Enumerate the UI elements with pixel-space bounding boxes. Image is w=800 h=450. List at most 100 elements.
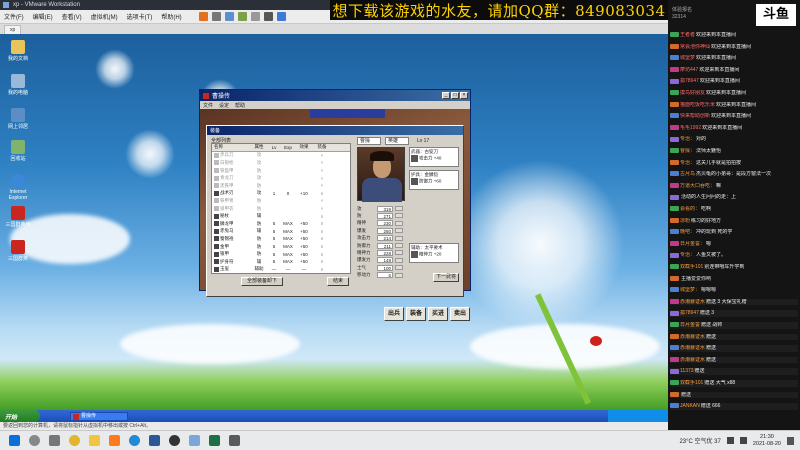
- start-button[interactable]: 开始: [0, 410, 40, 422]
- chat-username[interactable]: 快来帮助创新: [680, 113, 710, 119]
- volume-icon[interactable]: [726, 437, 734, 444]
- chat-username[interactable]: 双截手101: [680, 264, 703, 270]
- equipment-row[interactable]: 黑铁甲 防 ×: [212, 182, 350, 190]
- file-explorer-icon[interactable]: [89, 435, 100, 446]
- pause-icon[interactable]: [198, 12, 208, 21]
- chat-username[interactable]: 双截手101: [680, 380, 703, 386]
- menu-edit[interactable]: 编辑(E): [33, 12, 53, 21]
- notification-icon[interactable]: [787, 436, 794, 445]
- chat-username[interactable]: 晚吧：: [680, 229, 695, 235]
- desktop-icon-network[interactable]: 网上邻居: [5, 108, 31, 130]
- col-equipped[interactable]: 装备: [312, 144, 332, 150]
- chat-username[interactable]: 万道大口吞吃：: [680, 183, 715, 189]
- equip-button[interactable]: 装备: [406, 307, 426, 321]
- game-menu-settings[interactable]: 设定: [219, 102, 229, 109]
- send-keys-icon[interactable]: [211, 12, 221, 21]
- chat-username[interactable]: 会看的：: [680, 206, 700, 212]
- equipment-row[interactable]: 锁甲衣 防 ×: [212, 205, 350, 213]
- character-select[interactable]: 曹操: [357, 137, 381, 145]
- network-tray-icon[interactable]: [739, 437, 747, 444]
- taskbar-game-item[interactable]: 曹操传: [70, 411, 128, 421]
- armor-slot[interactable]: 护具：金鳞铠 防御力 +60: [409, 170, 459, 190]
- chat-username[interactable]: 凉粉: [680, 218, 690, 224]
- equipment-row[interactable]: 步兵刀 攻 ×: [212, 152, 350, 160]
- chat-username[interactable]: 城堡梦：: [680, 287, 700, 293]
- revert-icon[interactable]: [237, 12, 247, 21]
- chat-username[interactable]: 毛毛1992: [680, 125, 701, 131]
- class-select[interactable]: 英雄: [385, 137, 409, 145]
- equipment-row[interactable]: 赤兔马 辅 5 MAX +50 ○: [212, 228, 350, 236]
- chat-username[interactable]: 孤78947: [680, 78, 699, 84]
- chat-username[interactable]: 11373: [680, 368, 694, 374]
- sell-button[interactable]: 卖出: [450, 307, 470, 321]
- equipment-row[interactable]: 青龙刀 攻 ×: [212, 174, 350, 182]
- list-end-button[interactable]: 结束: [327, 277, 349, 286]
- chat-username[interactable]: 日月金誓: [680, 322, 700, 328]
- vmware-icon[interactable]: [189, 435, 200, 446]
- game-menu-help[interactable]: 帮助: [235, 102, 245, 109]
- chat-username[interactable]: 常会池你神仙: [680, 44, 710, 50]
- chat-username[interactable]: 专治：: [680, 160, 695, 166]
- game-menu-file[interactable]: 文件: [203, 102, 213, 109]
- menu-help[interactable]: 帮助(H): [161, 12, 181, 21]
- chrome-icon[interactable]: [69, 435, 80, 446]
- col-exp[interactable]: Exp: [280, 145, 296, 150]
- app-icon[interactable]: [229, 435, 240, 446]
- equipment-row[interactable]: 玉玺 辅助 — — — ○: [212, 266, 350, 274]
- chat-username[interactable]: 赤潮暴证水: [680, 334, 705, 340]
- menu-file[interactable]: 文件(F): [4, 12, 24, 21]
- chat-username[interactable]: 摩坊447: [680, 67, 698, 73]
- obs-icon[interactable]: [169, 435, 180, 446]
- maximize-button[interactable]: □: [451, 92, 459, 99]
- chat-username[interactable]: 古月鸟: [680, 171, 695, 177]
- equipment-row[interactable]: 鳞龙甲 防 5 MAX +50 ○: [212, 220, 350, 228]
- equipment-row[interactable]: 护身符 辅 5 MAX +50 ○: [212, 258, 350, 266]
- search-icon[interactable]: [29, 435, 40, 446]
- equipment-row[interactable]: 战术刃 攻 1 0 +10 ○: [212, 190, 350, 198]
- equipment-row[interactable]: 蜀锦袍 防 5 MAX +50 ○: [212, 235, 350, 243]
- vm-tab-xp[interactable]: xp: [4, 24, 22, 34]
- word-icon[interactable]: [149, 435, 160, 446]
- chat-username[interactable]: 曹操：: [680, 148, 695, 154]
- chat-username[interactable]: 日月金誓：: [680, 241, 705, 247]
- windows-start-icon[interactable]: [9, 435, 20, 446]
- col-effect[interactable]: 效果: [296, 144, 312, 150]
- close-button[interactable]: ×: [460, 92, 468, 99]
- chat-username[interactable]: JANKAN: [680, 403, 700, 409]
- col-lv[interactable]: Lv: [268, 145, 280, 150]
- weapon-slot[interactable]: 武器：古锭刀 攻击力 +40: [409, 147, 459, 167]
- desktop-icon-recycle-bin[interactable]: 回收站: [5, 140, 31, 162]
- chat-username[interactable]: 猫面吃饭吃乐米: [680, 102, 715, 108]
- menu-view[interactable]: 查看(V): [62, 12, 82, 21]
- chat-username[interactable]: 城堡梦: [680, 55, 695, 61]
- chat-username[interactable]: 孤78947: [680, 310, 699, 316]
- chat-username[interactable]: 摸鸟好朋友: [680, 90, 705, 96]
- equipment-row[interactable]: 银甲 防 5 MAX +50 ○: [212, 250, 350, 258]
- chat-username[interactable]: 专治：: [680, 136, 695, 142]
- weather-status[interactable]: 23°C 空气优 37: [679, 436, 720, 445]
- col-attr[interactable]: 属性: [250, 144, 268, 150]
- auxiliary-slot[interactable]: 辅助：太平要术 精神力 +20: [409, 243, 459, 263]
- task-view-icon[interactable]: [49, 435, 60, 446]
- chat-username[interactable]: 王者者: [680, 32, 695, 38]
- douyu-icon[interactable]: [109, 435, 120, 446]
- menu-vm[interactable]: 虚拟机(M): [91, 12, 118, 21]
- unity-icon[interactable]: [276, 12, 286, 21]
- chat-username[interactable]: 赤潮暴证水: [680, 299, 705, 305]
- desktop-icon-game-2[interactable]: 三国群英: [5, 240, 31, 262]
- chat-username[interactable]: 专治：: [680, 252, 695, 258]
- desktop-icon-my-computer[interactable]: 我的电脑: [5, 74, 31, 96]
- desktop-icon-game-1[interactable]: 三国群英传: [5, 206, 31, 228]
- buy-button[interactable]: 买进: [428, 307, 448, 321]
- deploy-button[interactable]: 出兵: [384, 307, 404, 321]
- unequip-all-button[interactable]: 全部装备卸下: [241, 277, 283, 286]
- equipment-row[interactable]: 秘杖 辅 ○: [212, 212, 350, 220]
- next-general-button[interactable]: 下一武将: [433, 273, 459, 282]
- equipment-row[interactable]: 金甲 防 5 MAX +50 ○: [212, 243, 350, 251]
- desktop-icon-my-documents[interactable]: 我的文档: [5, 40, 31, 62]
- manage-icon[interactable]: [250, 12, 260, 21]
- desktop-icon-ie[interactable]: Internet Explorer: [5, 174, 31, 201]
- chat-username[interactable]: 赤潮暴证水: [680, 357, 705, 363]
- equipment-row[interactable]: 白银枪 攻 ×: [212, 159, 350, 167]
- minimize-button[interactable]: _: [442, 92, 450, 99]
